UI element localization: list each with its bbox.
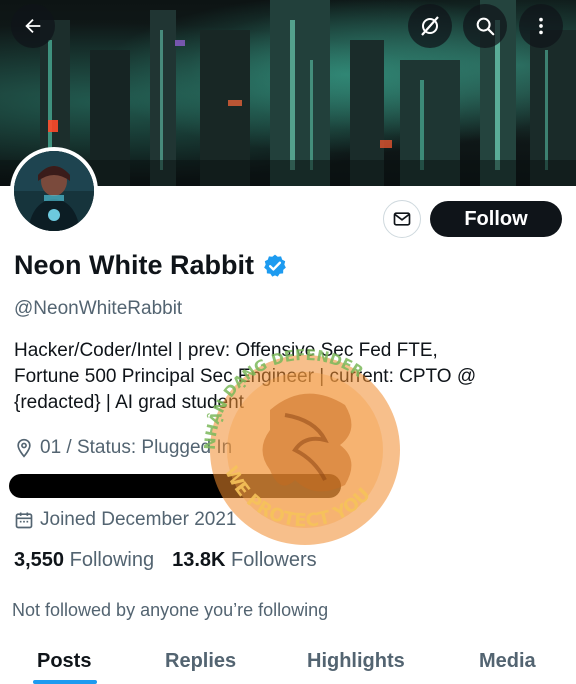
tab-posts[interactable]: Posts <box>37 650 91 673</box>
grok-slash-icon <box>421 16 439 36</box>
active-tab-indicator <box>33 680 97 684</box>
name-row: Neon White Rabbit <box>14 250 288 281</box>
location-row: 01 / Status: Plugged In <box>14 437 232 459</box>
joined-text: Joined December 2021 <box>40 509 237 530</box>
search-button[interactable] <box>463 4 507 48</box>
following-label: Following <box>69 549 155 571</box>
follow-button[interactable]: Follow <box>430 201 562 237</box>
profile-avatar[interactable] <box>10 147 98 235</box>
search-icon <box>476 17 495 36</box>
verified-badge-icon[interactable] <box>262 253 288 279</box>
more-vertical-icon <box>539 17 543 35</box>
arrow-left-icon <box>25 18 41 34</box>
avatar-image <box>14 151 94 231</box>
tab-highlights[interactable]: Highlights <box>307 650 405 673</box>
envelope-icon <box>393 212 411 226</box>
user-handle: @NeonWhiteRabbit <box>14 298 183 319</box>
followers-label: Followers <box>231 549 317 571</box>
bio-line: Hacker/Coder/Intel | prev: Offensive Sec… <box>14 340 438 361</box>
calendar-icon <box>15 512 33 529</box>
following-count: 3,550 <box>14 549 65 571</box>
location-text: 01 / Status: Plugged In <box>40 437 233 458</box>
message-button[interactable] <box>383 200 421 238</box>
follow-stats: 3,550 Following 13.8K Followers <box>14 549 317 572</box>
display-name: Neon White Rabbit <box>14 250 254 280</box>
followers-count: 13.8K <box>172 549 226 571</box>
following-stat[interactable]: 3,550 Following <box>14 549 154 572</box>
grok-button[interactable] <box>408 4 452 48</box>
tab-replies[interactable]: Replies <box>165 650 236 673</box>
tab-media[interactable]: Media <box>479 650 536 673</box>
profile-bio: Hacker/Coder/Intel | prev: Offensive Sec… <box>14 338 564 416</box>
bio-line: {redacted} | AI grad student <box>14 392 244 413</box>
followers-stat[interactable]: 13.8K Followers <box>172 549 317 572</box>
profile-tabs: Posts Replies Highlights Media <box>0 640 576 684</box>
location-pin-icon <box>17 438 31 458</box>
joined-row: Joined December 2021 <box>14 509 236 531</box>
more-options-button[interactable] <box>519 4 563 48</box>
back-button[interactable] <box>11 4 55 48</box>
bio-line: Fortune 500 Principal Sec Engineer | cur… <box>14 366 477 387</box>
redaction-bar <box>9 474 341 498</box>
social-context: Not followed by anyone you’re following <box>12 600 329 620</box>
